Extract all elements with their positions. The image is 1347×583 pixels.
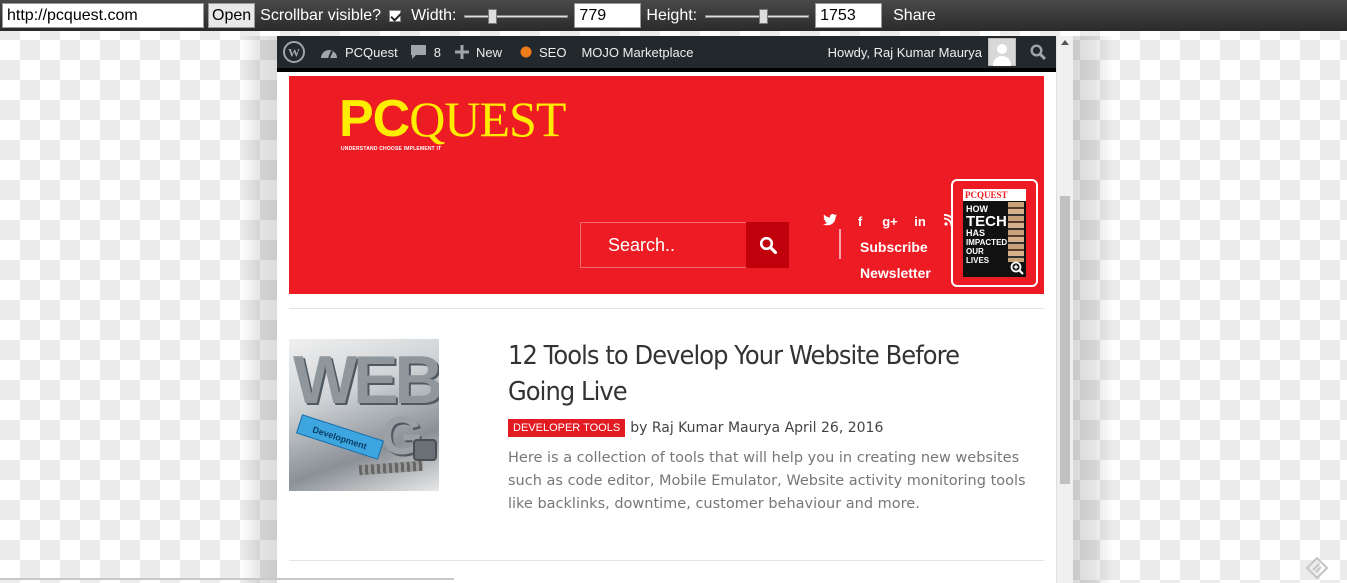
magazine-photo-grid: [1008, 202, 1024, 262]
open-button[interactable]: Open: [208, 3, 256, 28]
magazine-cover[interactable]: PCQUEST HOW TECH HAS IMPACTED OUR LIVES: [951, 179, 1038, 287]
plus-icon: [454, 45, 469, 59]
height-input[interactable]: [815, 3, 883, 28]
height-slider-handle[interactable]: [759, 8, 769, 24]
dashboard-icon: [320, 44, 338, 60]
magazine-headline: HOW TECH HAS IMPACTED OUR LIVES: [963, 201, 1008, 266]
height-label: Height:: [646, 6, 698, 24]
wp-admin-bar: W PCQuest 8 New SEO MOJO Marketplace How…: [277, 36, 1056, 72]
wordpress-icon: W: [283, 41, 305, 63]
magazine-headline-line-5: OUR LIVES: [966, 247, 990, 265]
site-search-input[interactable]: Search..: [580, 222, 747, 268]
logo-quest-text: QUEST: [409, 91, 566, 147]
horizontal-scroll-track: [0, 578, 454, 580]
seo-status-dot-icon: [520, 46, 532, 58]
category-badge[interactable]: DEVELOPER TOOLS: [508, 419, 626, 437]
svg-text:W: W: [288, 46, 300, 60]
mojo-marketplace-menu[interactable]: MOJO Marketplace: [581, 45, 693, 60]
scroll-up-arrow-icon[interactable]: [1061, 40, 1069, 45]
subscribe-line-2: Newsletter: [860, 265, 931, 281]
height-slider-track: [705, 14, 810, 18]
magazine-headline-line-4: IMPACTED: [966, 238, 1008, 247]
scrollbar-visible-label: Scrollbar visible?: [260, 6, 382, 24]
thumbnail-bolt: [358, 460, 424, 476]
social-links: f g+ in: [822, 214, 958, 229]
width-slider-track: [464, 14, 569, 18]
preview-frame: W PCQuest 8 New SEO MOJO Marketplace How…: [277, 36, 1056, 583]
facebook-icon[interactable]: f: [852, 214, 868, 229]
logo-pc-text: PC: [339, 90, 410, 148]
new-content-menu[interactable]: New: [454, 44, 502, 60]
site-search-button[interactable]: [746, 222, 789, 268]
byline-by: by: [630, 420, 648, 436]
article-meta: DEVELOPER TOOLS by Raj Kumar Maurya Apri…: [508, 419, 883, 437]
width-slider[interactable]: [464, 8, 569, 24]
comments-menu[interactable]: 8: [410, 44, 441, 60]
width-label: Width:: [411, 6, 457, 24]
preview-scrollbar[interactable]: [1056, 36, 1073, 583]
scroll-thumb[interactable]: [1060, 196, 1070, 484]
wordpress-logo-menu[interactable]: W: [283, 41, 312, 63]
article-excerpt: Here is a collection of tools that will …: [508, 450, 1026, 512]
site-name-menu[interactable]: PCQuest: [320, 44, 398, 60]
mojo-marketplace-label: MOJO Marketplace: [581, 44, 694, 60]
scrollbar-visible-checkbox[interactable]: [389, 9, 402, 22]
howdy-label: Howdy, Raj Kumar Maurya: [827, 44, 982, 60]
site-name-label: PCQuest: [345, 44, 398, 60]
header-divider: [839, 229, 841, 259]
url-input[interactable]: [2, 3, 204, 28]
magazine-headline-line-3: HAS: [966, 228, 986, 238]
height-slider[interactable]: [705, 8, 810, 24]
article-date: April 26, 2016: [784, 420, 884, 436]
site-header: PCQUEST UNDERSTAND CHOOSE IMPLEMENT IT f…: [289, 76, 1044, 294]
article-title-link[interactable]: 12 Tools to Develop Your Website Before …: [508, 338, 1010, 410]
linkedin-icon[interactable]: in: [912, 214, 928, 229]
author-link[interactable]: Raj Kumar Maurya: [652, 420, 780, 436]
magazine-masthead: PCQUEST: [963, 189, 1026, 201]
viewport-resizer-toolbar: Open Scrollbar visible? Width: Height: S…: [0, 0, 1347, 31]
subscribe-line-1: Subscribe: [860, 239, 928, 255]
seo-menu[interactable]: SEO: [520, 45, 566, 60]
my-account-menu[interactable]: Howdy, Raj Kumar Maurya: [828, 38, 1016, 66]
content-divider-bottom: [289, 560, 1044, 561]
search-icon: [759, 236, 777, 254]
new-label: New: [475, 44, 502, 60]
share-link[interactable]: Share: [893, 7, 936, 25]
width-input[interactable]: [574, 3, 642, 28]
resize-handle-icon: [1305, 556, 1329, 580]
google-plus-icon[interactable]: g+: [882, 214, 898, 229]
seo-label: SEO: [539, 44, 567, 60]
thumbnail-tag: Development: [296, 414, 384, 460]
subscribe-newsletter-link[interactable]: Subscribe Newsletter: [860, 234, 931, 286]
pcquest-logo[interactable]: PCQUEST UNDERSTAND CHOOSE IMPLEMENT IT: [339, 90, 566, 152]
thumbnail-nut: [413, 439, 437, 461]
avatar: [988, 38, 1016, 66]
magazine-headline-line-2: TECH: [966, 213, 1007, 230]
comment-bubble-icon: [410, 44, 427, 60]
article-thumbnail[interactable]: WEB G Development: [289, 339, 439, 491]
zoom-in-icon[interactable]: [1010, 261, 1024, 275]
content-divider-top: [289, 308, 1044, 309]
width-slider-handle[interactable]: [488, 8, 498, 24]
admin-search-icon[interactable]: [1030, 44, 1046, 60]
twitter-icon[interactable]: [822, 214, 838, 229]
comments-count: 8: [433, 44, 441, 60]
